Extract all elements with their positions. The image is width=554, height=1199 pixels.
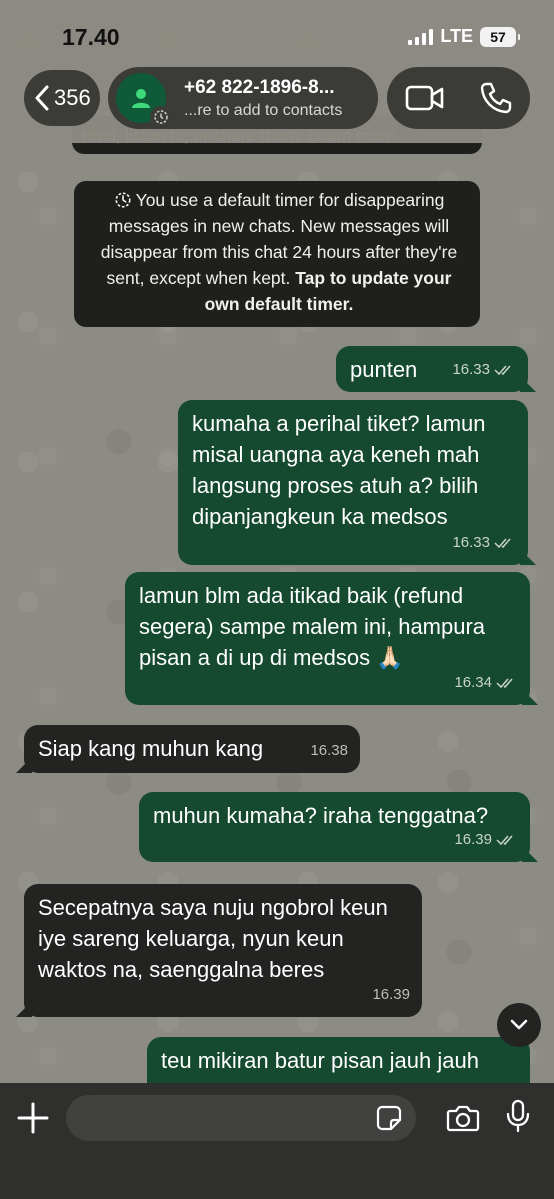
disappearing-timer-notice[interactable]: You use a default timer for disappearing…	[74, 181, 480, 327]
message-meta: 16.34	[454, 667, 518, 698]
message-bubble-outgoing[interactable]: punten 16.33	[336, 346, 528, 392]
signal-icon	[408, 28, 434, 45]
battery-icon: 57	[480, 26, 520, 47]
plus-icon[interactable]	[16, 1101, 50, 1135]
microphone-icon[interactable]	[506, 1099, 530, 1133]
message-bubble-incoming[interactable]: Secepatnya saya nuju ngobrol keun iye sa…	[24, 884, 422, 1017]
contact-name: +62 822-1896-8...	[184, 77, 335, 98]
message-time: 16.38	[310, 742, 348, 759]
message-text: teu mikiran batur pisan jauh jauh	[161, 1048, 479, 1073]
chevron-left-icon	[35, 85, 49, 111]
composer-bar	[0, 1083, 554, 1199]
message-bubble-incoming[interactable]: Siap kang muhun kang 16.38	[24, 725, 360, 773]
message-text: Secepatnya saya nuju ngobrol keun iye sa…	[38, 895, 388, 982]
message-time: 16.34	[454, 674, 492, 691]
message-text: kumaha a perihal tiket? lamun misal uang…	[192, 411, 486, 529]
camera-icon[interactable]	[446, 1103, 480, 1133]
timer-icon	[115, 192, 131, 208]
message-text: muhun kumaha? iraha tenggatna?	[153, 803, 489, 828]
battery-level: 57	[490, 28, 506, 45]
message-bubble-outgoing[interactable]: muhun kumaha? iraha tenggatna? 16.39	[139, 792, 530, 862]
status-indicators: LTE 57	[408, 26, 520, 47]
read-ticks-icon	[494, 365, 511, 375]
read-ticks-icon	[494, 538, 511, 548]
contact-info-button[interactable]: +62 822-1896-8... ...re to add to contac…	[108, 67, 378, 129]
call-actions	[387, 67, 530, 129]
video-call-icon[interactable]	[405, 83, 445, 113]
read-ticks-icon	[496, 835, 513, 845]
chat-header: 17.40 LTE 57 356 +62 822-1896-8... ...re…	[0, 0, 554, 143]
contact-subtitle: ...re to add to contacts	[184, 102, 343, 119]
message-bubble-outgoing[interactable]: lamun blm ada itikad baik (refund segera…	[125, 572, 530, 705]
chevron-down-icon	[510, 1019, 528, 1030]
message-time: 16.39	[454, 831, 492, 848]
message-text: punten	[350, 357, 418, 382]
message-input[interactable]	[66, 1095, 416, 1141]
message-text: Siap kang muhun kang	[38, 736, 264, 761]
message-time: 16.33	[452, 534, 490, 551]
message-time: 16.39	[372, 986, 410, 1003]
message-meta: 16.38	[310, 735, 348, 766]
unread-count: 356	[54, 85, 91, 110]
message-text: lamun blm ada itikad baik (refund segera…	[139, 583, 486, 670]
message-meta: 16.33	[452, 527, 516, 558]
read-ticks-icon	[496, 678, 513, 688]
message-meta: 16.39	[372, 979, 410, 1010]
status-time: 17.40	[62, 24, 120, 50]
message-meta: 16.33	[452, 354, 516, 385]
sticker-icon[interactable]	[376, 1105, 402, 1131]
scroll-to-bottom-button[interactable]	[497, 1003, 541, 1047]
message-meta: 16.39	[454, 824, 518, 855]
network-type: LTE	[440, 26, 473, 46]
message-bubble-outgoing[interactable]: kumaha a perihal tiket? lamun misal uang…	[178, 400, 528, 565]
back-button[interactable]: 356	[24, 70, 100, 126]
person-icon	[132, 89, 150, 108]
message-time: 16.33	[452, 361, 490, 378]
phone-call-icon[interactable]	[479, 81, 513, 115]
disappearing-timer-badge-icon	[150, 106, 172, 128]
